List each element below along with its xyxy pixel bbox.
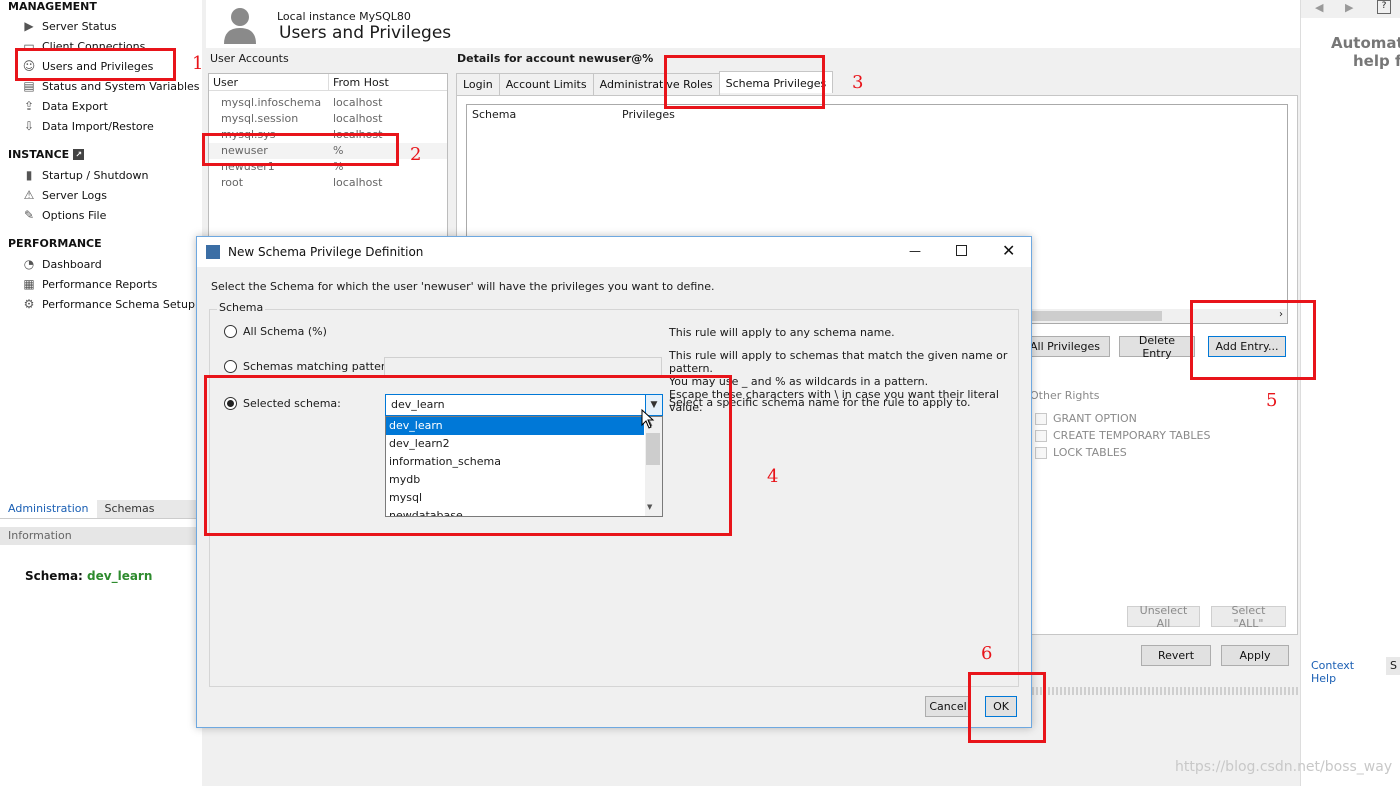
annotation-box-2: [202, 133, 399, 166]
schema-info: Schema: dev_learn: [25, 569, 153, 583]
user-avatar-icon: [220, 4, 260, 44]
annotation-number-3: 3: [852, 72, 864, 93]
tab-administration[interactable]: Administration: [0, 500, 97, 518]
column-from-host[interactable]: From Host: [329, 74, 439, 90]
tab-account-limits[interactable]: Account Limits: [498, 73, 594, 95]
help-icon[interactable]: ?: [1377, 0, 1391, 14]
power-icon: ▮: [25, 168, 33, 182]
tab-snippets[interactable]: S: [1386, 657, 1400, 675]
nav-dashboard[interactable]: ◔ Dashboard: [22, 255, 102, 273]
tab-context-help[interactable]: Context Help: [1301, 657, 1387, 685]
annotation-number-2: 2: [410, 144, 422, 165]
other-rights-label: Other Rights: [1030, 389, 1100, 402]
information-bar: Information: [0, 527, 202, 545]
cell-host: localhost: [333, 176, 383, 189]
sidebar-tabs: Administration Schemas: [0, 500, 202, 519]
wrench-icon: ✎: [23, 208, 35, 222]
cell-host: localhost: [333, 96, 383, 109]
maximize-icon[interactable]: [956, 245, 967, 256]
management-header: MANAGEMENT: [8, 0, 97, 13]
right-toolbar: ◀ ▶ ?: [1301, 0, 1400, 18]
minimize-icon[interactable]: —: [909, 244, 921, 258]
help-heading-line1: Automat: [1331, 34, 1400, 52]
apply-button[interactable]: Apply: [1221, 645, 1289, 666]
right-panel: ◀ ▶ ? Automat help f Context Help S: [1300, 0, 1400, 786]
forward-icon[interactable]: ▶: [1345, 1, 1353, 14]
annotation-number-5: 5: [1266, 390, 1278, 411]
cell-user: mysql.infoschema: [221, 96, 322, 109]
radio-matching-pattern[interactable]: Schemas matching pattern:: [224, 360, 396, 373]
column-privileges[interactable]: Privileges: [622, 108, 675, 121]
user-accounts-label: User Accounts: [210, 52, 289, 65]
server-status-icon: ▶: [24, 19, 34, 33]
cell-user: mysql.session: [221, 112, 299, 125]
page-header: Local instance MySQL80 Users and Privile…: [206, 0, 1300, 48]
back-icon[interactable]: ◀: [1315, 1, 1323, 14]
settings-icon: ⚙: [23, 297, 35, 311]
table-row[interactable]: root localhost: [209, 175, 447, 191]
nav-server-status[interactable]: ▶ Server Status: [22, 17, 116, 35]
unselect-all-button[interactable]: Unselect All: [1127, 604, 1200, 630]
nav-startup-shutdown[interactable]: ▮ Startup / Shutdown: [22, 166, 149, 184]
details-title: Details for account newuser@%: [457, 52, 654, 65]
splitter-handle[interactable]: [1032, 687, 1300, 695]
column-user[interactable]: User: [209, 74, 329, 90]
watermark: https://blog.csdn.net/boss_way: [1175, 759, 1393, 775]
warning-icon: ⚠: [23, 188, 35, 202]
app-icon: [206, 245, 220, 259]
export-icon: ⇪: [23, 99, 35, 113]
cell-user: root: [221, 176, 244, 189]
dialog-title: New Schema Privilege Definition: [228, 245, 424, 259]
table-row[interactable]: mysql.session localhost: [209, 111, 447, 127]
revoke-all-privileges-button[interactable]: All Privileges: [1020, 336, 1110, 357]
nav-server-logs[interactable]: ⚠ Server Logs: [22, 186, 107, 204]
revert-button[interactable]: Revert: [1141, 645, 1211, 666]
right-tabs: Context Help S: [1301, 657, 1400, 685]
nav-options-file[interactable]: ✎ Options File: [22, 206, 106, 224]
table-header: User From Host: [209, 74, 447, 91]
import-icon: ⇩: [23, 119, 35, 133]
tab-login[interactable]: Login: [456, 73, 500, 95]
radio-all-schema[interactable]: All Schema (%): [224, 325, 327, 338]
annotation-number-1: 1: [192, 53, 204, 74]
reports-icon: ▦: [23, 277, 35, 291]
delete-entry-button[interactable]: Delete Entry: [1119, 334, 1195, 360]
sidebar: MANAGEMENT ▶ Server Status ▭ Client Connec…: [0, 0, 202, 786]
annotation-box-1: [15, 48, 176, 81]
nav-data-import[interactable]: ⇩ Data Import/Restore: [22, 117, 154, 135]
dialog-instruction: Select the Schema for which the user 'ne…: [211, 280, 715, 293]
instance-header: INSTANCE ↗: [8, 148, 85, 161]
help-heading-line2: help f: [1353, 52, 1400, 70]
annotation-box-4: [204, 375, 732, 536]
instance-icon: ↗: [73, 149, 85, 160]
dialog-titlebar: New Schema Privilege Definition — ✕: [197, 237, 1031, 267]
annotation-number-6: 6: [981, 643, 993, 664]
table-row[interactable]: mysql.infoschema localhost: [209, 95, 447, 111]
close-icon[interactable]: ✕: [1002, 241, 1015, 260]
variables-icon: ▤: [23, 79, 35, 93]
cell-host: localhost: [333, 112, 383, 125]
nav-performance-reports[interactable]: ▦ Performance Reports: [22, 275, 157, 293]
page-title: Users and Privileges: [279, 23, 452, 43]
nav-data-export[interactable]: ⇪ Data Export: [22, 97, 108, 115]
annotation-box-3: [664, 55, 825, 109]
tab-schemas[interactable]: Schemas: [97, 500, 163, 518]
select-all-button[interactable]: Select "ALL": [1211, 604, 1286, 630]
annotation-box-6: [968, 672, 1046, 743]
schema-group-label: Schema: [217, 301, 266, 314]
grant-option-checkbox[interactable]: GRANT OPTION: [1035, 412, 1137, 425]
all-schema-description: This rule will apply to any schema name.: [669, 326, 895, 339]
cancel-button[interactable]: Cancel: [925, 696, 971, 717]
header-subtitle: Local instance MySQL80: [277, 10, 411, 23]
lock-tables-checkbox[interactable]: LOCK TABLES: [1035, 446, 1127, 459]
column-schema[interactable]: Schema: [472, 108, 516, 121]
annotation-number-4: 4: [767, 466, 779, 487]
nav-performance-schema-setup[interactable]: ⚙ Performance Schema Setup: [22, 295, 195, 313]
performance-header: PERFORMANCE: [8, 237, 102, 250]
dashboard-icon: ◔: [23, 257, 35, 271]
annotation-box-5: [1190, 300, 1316, 380]
create-temp-tables-checkbox[interactable]: CREATE TEMPORARY TABLES: [1035, 429, 1210, 442]
